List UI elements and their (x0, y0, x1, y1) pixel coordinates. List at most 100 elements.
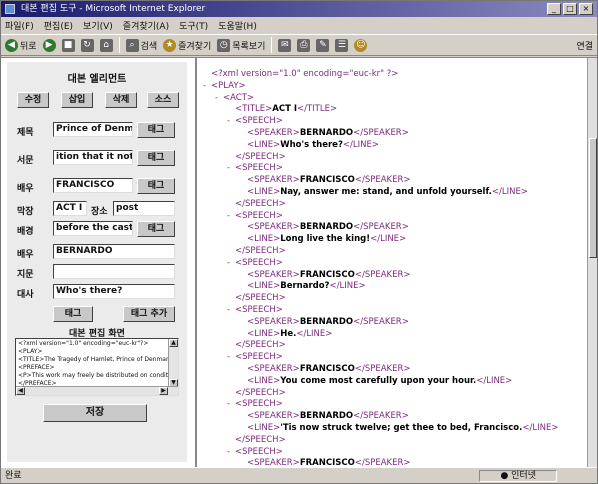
maximize-button[interactable]: □ (563, 3, 577, 15)
messenger-button[interactable]: ☺ (354, 38, 368, 52)
delete-button[interactable]: 삭제 (105, 92, 137, 108)
preface-field[interactable]: ition that it not be (53, 150, 133, 165)
place-field[interactable]: post (113, 201, 175, 216)
edit-button[interactable]: ✎ (316, 38, 330, 52)
scroll-right-icon[interactable]: ▶ (159, 387, 168, 395)
add-tag-button[interactable]: 태그 추가 (123, 306, 175, 322)
links-label[interactable]: 연결 (576, 39, 593, 52)
collapse-toggle-icon[interactable]: - (227, 352, 235, 364)
discuss-button[interactable]: ☰ (335, 38, 349, 52)
xml-open-tag: </SPEECH> (235, 198, 286, 209)
collapse-toggle-icon[interactable]: - (227, 211, 235, 223)
xml-close-tag: </LINE> (296, 328, 333, 339)
xml-open-tag: <SPEECH> (235, 446, 283, 457)
line-field[interactable]: Who's there? (53, 284, 175, 299)
source-button[interactable]: 소스 (147, 92, 179, 108)
print-button[interactable]: ⎙ (297, 38, 311, 52)
menu-view[interactable]: 보기(V) (83, 19, 113, 32)
collapse-toggle-icon[interactable]: - (227, 258, 235, 270)
xml-open-tag: <SPEAKER> (247, 411, 300, 422)
collapse-toggle-icon[interactable]: - (227, 305, 235, 317)
xml-open-tag: </SPEECH> (235, 387, 286, 398)
status-bar: 완료 ● 인터넷 (1, 467, 597, 483)
save-button[interactable]: 저장 (43, 404, 147, 422)
title-tag-button[interactable]: 태그 (137, 122, 175, 138)
search-button[interactable]: ⌕ 검색 (125, 38, 157, 52)
scroll-thumb[interactable] (589, 138, 597, 258)
xml-text: FRANCISCO (299, 269, 355, 280)
speaker-field[interactable]: BERNARDO (53, 244, 175, 259)
xml-open-tag: <LINE> (247, 422, 281, 433)
background-tag-button[interactable]: 태그 (137, 221, 175, 237)
menu-favorites[interactable]: 즐겨찾기(A) (123, 19, 169, 32)
xml-text: Bernardo? (280, 281, 330, 292)
xml-close-tag: </LINE> (370, 234, 407, 245)
xml-open-tag: </SPEECH> (235, 340, 286, 351)
xml-open-tag: </SPEECH> (235, 293, 286, 304)
xml-line: <LINE>Bernardo?</LINE> (199, 281, 587, 293)
xml-close-tag: </LINE> (491, 186, 528, 197)
xml-open-tag: <LINE> (247, 328, 281, 339)
xml-text: BERNARDO (299, 316, 354, 327)
collapse-toggle-icon[interactable]: - (227, 163, 235, 175)
xml-text: 'Tis now struck twelve; get thee to bed,… (280, 422, 523, 433)
scroll-up-icon[interactable]: ▲ (169, 339, 178, 347)
collapse-toggle-icon[interactable]: - (227, 447, 235, 459)
history-button[interactable]: ◷ 목록보기 (217, 38, 265, 52)
act-field[interactable]: ACT I (53, 201, 87, 216)
stage-direction-field[interactable] (53, 264, 175, 279)
xml-line: <SPEAKER>BERNARDO</SPEAKER> (199, 317, 587, 329)
stage-direction-label: 지문 (17, 270, 34, 280)
insert-button[interactable]: 삽입 (61, 92, 93, 108)
title-label: 제목 (17, 128, 34, 138)
modify-button[interactable]: 수정 (17, 92, 49, 108)
favorites-button[interactable]: ★ 즐겨찾기 (163, 38, 211, 52)
back-button[interactable]: ◀ 뒤로 (5, 38, 37, 52)
editor-line: <TITLE>The Tragedy of Hamlet, Prince of … (18, 356, 178, 363)
line-tag-button[interactable]: 태그 (53, 306, 93, 322)
xml-text: He. (280, 328, 297, 339)
close-button[interactable]: × (579, 3, 593, 15)
collapse-toggle-icon[interactable]: - (227, 116, 235, 128)
xml-open-tag: <SPEAKER> (247, 363, 300, 374)
scroll-left-icon[interactable]: ◀ (16, 387, 25, 395)
title-field[interactable]: Prince of Denmark (53, 122, 133, 137)
editor-horizontal-scrollbar[interactable]: ◀ ▶ (16, 386, 178, 395)
editor-line: <?xml version="1.0" encoding="euc-kr"?> (18, 340, 149, 347)
toolbar: ◀ 뒤로 ▶ ■ ↻ ⌂ ⌕ 검색 ★ 즐겨찾기 ◷ 목록보기 ✉ ⎙ ✎ ☰ … (1, 34, 597, 56)
collapse-toggle-icon[interactable]: - (203, 81, 211, 93)
home-button[interactable]: ⌂ (99, 38, 113, 52)
xml-line: <LINE>'Tis now struck twelve; get thee t… (199, 423, 587, 435)
script-editor[interactable]: <?xml version="1.0" encoding="euc-kr"?> … (15, 338, 179, 396)
act-label: 막장 (17, 207, 34, 217)
xml-line: - <SPEECH> (199, 116, 587, 128)
xml-line: - <SPEECH> (199, 352, 587, 364)
page-vertical-scrollbar[interactable] (587, 58, 597, 468)
actor-tag-button[interactable]: 태그 (137, 178, 175, 194)
preface-tag-button[interactable]: 태그 (137, 150, 175, 166)
menu-help[interactable]: 도움말(H) (218, 19, 257, 32)
minimize-button[interactable]: _ (547, 3, 561, 15)
favorites-icon: ★ (163, 38, 177, 52)
mail-button[interactable]: ✉ (278, 38, 292, 52)
speaker-label: 배우 (17, 250, 34, 260)
xml-open-tag: </SPEECH> (235, 245, 286, 256)
xml-view[interactable]: <?xml version="1.0" encoding="euc-kr" ?>… (199, 58, 587, 468)
actor-field[interactable]: FRANCISCO (53, 178, 133, 193)
menu-edit[interactable]: 편집(E) (44, 19, 73, 32)
xml-open-tag: <SPEECH> (235, 352, 283, 363)
editor-vertical-scrollbar[interactable]: ▲ ▼ (168, 339, 178, 387)
xml-line: </SPEECH> (199, 199, 587, 211)
forward-button[interactable]: ▶ (42, 38, 56, 52)
menu-tools[interactable]: 도구(T) (179, 19, 208, 32)
refresh-button[interactable]: ↻ (80, 38, 94, 52)
collapse-toggle-icon[interactable]: - (227, 399, 235, 411)
xml-line: <SPEAKER>BERNARDO</SPEAKER> (199, 128, 587, 140)
xml-open-tag: <?xml version="1.0" encoding="euc-kr" ?> (211, 69, 399, 79)
xml-open-tag: <PLAY> (211, 80, 246, 91)
stop-button[interactable]: ■ (61, 38, 75, 52)
background-field[interactable]: before the castle. (53, 221, 133, 236)
menu-file[interactable]: 파일(F) (5, 19, 34, 32)
collapse-toggle-icon[interactable]: - (215, 93, 223, 105)
browser-window: 대본 편집 도구 - Microsoft Internet Explorer _… (0, 0, 598, 484)
